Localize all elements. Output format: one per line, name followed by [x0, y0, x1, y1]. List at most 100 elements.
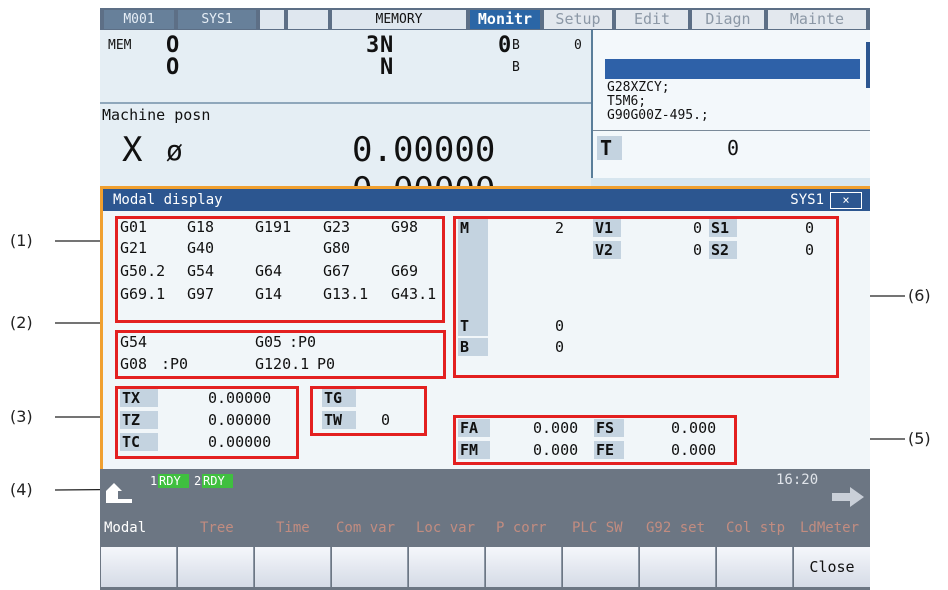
gcode: G64	[255, 262, 283, 280]
x-value: 0.00000	[352, 130, 496, 170]
modal-title-bar: Modal display SYS1 ×	[103, 189, 870, 211]
menu-col-stp[interactable]: Col stp	[726, 520, 785, 536]
program-line-2: T5M6;	[607, 94, 647, 109]
gcode-param: :P0	[161, 355, 189, 373]
softkey-2[interactable]	[178, 547, 254, 587]
tw-label: TW	[322, 411, 356, 429]
gcode: G01	[120, 218, 148, 236]
rdy2-indicator: RDY	[202, 474, 233, 488]
softkey-4[interactable]	[332, 547, 408, 587]
gcode: G120.1	[255, 355, 310, 373]
cnc-screen: M001 SYS1 MEMORY Monitr Setup Edit Diagn…	[100, 8, 870, 590]
tab-setup[interactable]: Setup	[544, 10, 612, 29]
menu-g92-set[interactable]: G92 set	[646, 520, 705, 536]
tz-value: 0.00000	[208, 411, 272, 429]
gcode: G67	[323, 262, 351, 280]
softkey-1[interactable]	[101, 547, 177, 587]
mode-label: MEM	[108, 38, 132, 53]
gcode: G191	[255, 218, 292, 236]
softkey-8[interactable]	[640, 547, 716, 587]
machine-posn-title: Machine posn	[102, 106, 211, 124]
gcode: G21	[120, 239, 148, 257]
return-icon[interactable]	[102, 481, 136, 507]
mstb-box	[453, 216, 839, 378]
fs-label: FS	[594, 419, 624, 437]
tab-blank-2[interactable]	[288, 10, 328, 29]
menu-plc-sw[interactable]: PLC SW	[572, 520, 623, 536]
gcode: G69	[391, 262, 419, 280]
gcode: G14	[255, 285, 283, 303]
next-menu-icon[interactable]	[830, 485, 866, 509]
status-block: MEM O O 3 N N 0 B B 0	[100, 30, 591, 102]
gcode: G69.1	[120, 285, 166, 303]
menu-modal[interactable]: Modal	[104, 520, 146, 536]
tool-label: T	[597, 136, 622, 160]
fe-value: 0.000	[671, 441, 717, 459]
softkey-3[interactable]	[255, 547, 331, 587]
tz-label: TZ	[120, 411, 158, 429]
tab-blank-1[interactable]	[260, 10, 284, 29]
s2-value: 0	[805, 241, 815, 259]
tab-m001[interactable]: M001	[104, 10, 174, 29]
tg-label: TG	[322, 389, 356, 407]
fs-value: 0.000	[671, 419, 717, 437]
rdy1-indicator: RDY	[158, 474, 189, 488]
rdy2-number: 2	[194, 474, 202, 488]
tx-label: TX	[120, 389, 158, 407]
gcode: G05	[255, 333, 283, 351]
menu-time[interactable]: Time	[276, 520, 310, 536]
menu-com-var[interactable]: Com var	[336, 520, 395, 536]
s1-value: 0	[805, 219, 815, 237]
b-label-1: B	[512, 38, 520, 53]
fm-label: FM	[458, 441, 490, 459]
softkey-5[interactable]	[409, 547, 485, 587]
close-icon[interactable]: ×	[830, 192, 862, 209]
top-tab-bar: M001 SYS1 MEMORY Monitr Setup Edit Diagn…	[100, 8, 870, 30]
menu-tree[interactable]: Tree	[200, 520, 234, 536]
menu-loc-var[interactable]: Loc var	[416, 520, 475, 536]
tab-sys1[interactable]: SYS1	[178, 10, 256, 29]
gcode: G08	[120, 355, 148, 373]
callout-3: (3)	[10, 407, 33, 426]
rdy1-number: 1	[150, 474, 158, 488]
tab-monitor[interactable]: Monitr	[470, 10, 540, 29]
callout-2: (2)	[10, 313, 33, 332]
scrollbar[interactable]	[866, 42, 870, 88]
tab-diagn[interactable]: Diagn	[692, 10, 764, 29]
fe-label: FE	[594, 441, 624, 459]
fa-value: 0.000	[533, 419, 579, 437]
tab-mainte[interactable]: Mainte	[768, 10, 866, 29]
clock: 16:20	[776, 472, 819, 488]
v1-label: V1	[593, 219, 621, 237]
gcode: G18	[187, 218, 215, 236]
b-value: 0	[555, 338, 565, 356]
gcode-param: P0	[317, 355, 336, 373]
tab-memory[interactable]: MEMORY	[332, 10, 466, 29]
softkey-9[interactable]	[717, 547, 793, 587]
tool-value: 0	[727, 136, 740, 160]
m-label: M	[458, 219, 488, 237]
menu-p-corr[interactable]: P corr	[496, 520, 547, 536]
tab-edit[interactable]: Edit	[616, 10, 688, 29]
v2-value: 0	[693, 241, 703, 259]
s1-label: S1	[709, 219, 737, 237]
softkey-6[interactable]	[486, 547, 562, 587]
gcode: G97	[187, 285, 215, 303]
status-bar: 1 RDY 2 RDY 16:20	[100, 469, 870, 514]
current-line-highlight	[605, 59, 860, 79]
menu-ldmeter[interactable]: LdMeter	[800, 520, 859, 536]
machine-position: Machine posn X ø 0.00000 0.00000	[100, 102, 591, 210]
callout-6: (6)	[908, 286, 931, 305]
gcode: G40	[187, 239, 215, 257]
modal-title: Modal display	[113, 192, 223, 208]
tc-value: 0.00000	[208, 433, 272, 451]
program-display: G28XZCY; T5M6; G90G00Z-495.; T 0	[591, 30, 870, 178]
gcode: G54	[120, 333, 148, 351]
fa-label: FA	[458, 419, 490, 437]
b-label: B	[458, 338, 488, 356]
gcode: G54	[187, 262, 215, 280]
v2-label: V2	[593, 241, 621, 259]
close-button[interactable]: Close	[794, 547, 870, 587]
gcode: G43.1	[391, 285, 437, 303]
softkey-7[interactable]	[563, 547, 639, 587]
